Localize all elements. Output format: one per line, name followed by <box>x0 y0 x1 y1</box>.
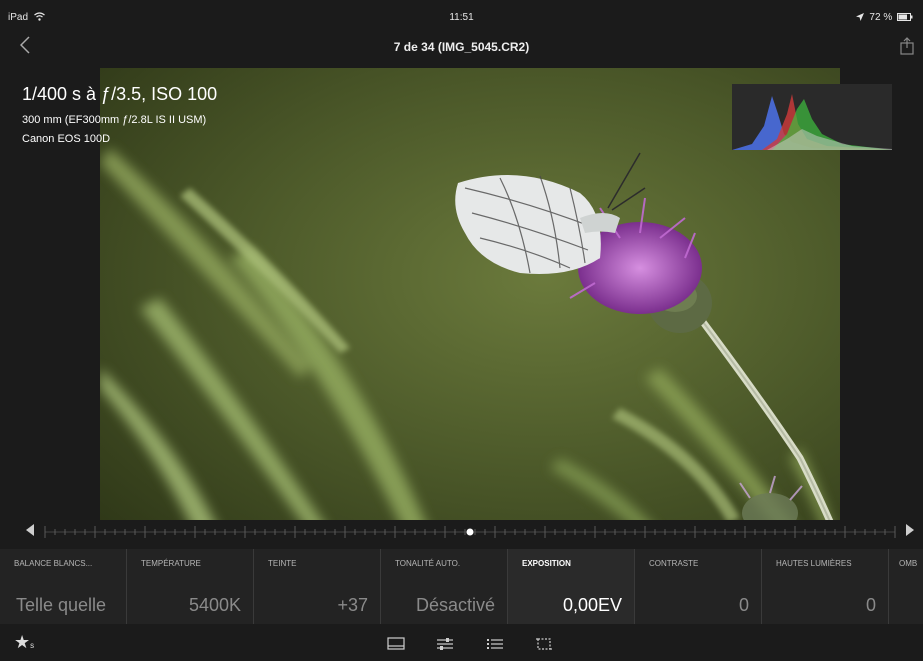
rating-button[interactable]: ★s <box>14 632 34 653</box>
adjustment-value: Désactivé <box>415 595 495 615</box>
adjustment-label: HAUTES LUMIÈRES <box>776 559 852 568</box>
list-icon[interactable] <box>486 636 504 652</box>
adjustment-white-balance[interactable]: BALANCE BLANCS... Telle quelle <box>0 549 127 624</box>
status-bar: iPad 11:51 72 % <box>0 8 923 28</box>
adjustment-label: TEINTE <box>268 559 297 568</box>
status-right: 72 % <box>855 12 913 23</box>
rating-sub: s <box>30 641 35 650</box>
adjustment-auto-tone[interactable]: TONALITÉ AUTO. Désactivé <box>381 549 508 624</box>
adjustment-exposure[interactable]: EXPOSITION 0,00EV <box>508 549 635 624</box>
bottom-bar: ★s <box>0 626 923 661</box>
adjustment-temperature[interactable]: TEMPÉRATURE 5400K <box>127 549 254 624</box>
timeline-scrubber[interactable] <box>0 520 923 544</box>
location-arrow-icon <box>855 13 864 21</box>
adjustment-value: 0 <box>865 595 876 615</box>
adjustment-tint[interactable]: TEINTE +37 <box>254 549 381 624</box>
histogram[interactable] <box>732 84 892 150</box>
adjustment-label: TEMPÉRATURE <box>141 559 201 568</box>
share-icon[interactable] <box>899 37 915 55</box>
camera-info: Canon EOS 100D <box>22 133 111 145</box>
adjustment-contrast[interactable]: CONTRASTE 0 <box>635 549 762 624</box>
star-icon: ★ <box>14 632 31 652</box>
adjustment-label: TONALITÉ AUTO. <box>395 559 461 568</box>
lens-info: 300 mm (EF300mm ƒ/2.8L IS II USM) <box>22 114 207 126</box>
adjustment-value: +37 <box>337 595 368 615</box>
triangle-left-icon[interactable] <box>26 524 34 536</box>
photo-info: 1/400 s à ƒ/3.5, ISO 100 300 mm (EF300mm… <box>22 84 217 145</box>
adjustments-toolbar: BALANCE BLANCS... Telle quelle TEMPÉRATU… <box>0 549 923 624</box>
adjustment-label: OMB <box>899 559 918 568</box>
timeline-handle[interactable] <box>466 528 474 536</box>
adjustment-shadows[interactable]: OMB <box>889 549 923 624</box>
adjustment-label: CONTRASTE <box>649 559 699 568</box>
adjustment-value: Telle quelle <box>16 595 107 615</box>
crop-icon[interactable] <box>535 636 553 652</box>
filmstrip-icon[interactable] <box>387 636 405 652</box>
battery-icon <box>897 13 913 21</box>
adjustment-label: EXPOSITION <box>522 559 571 568</box>
triangle-right-icon[interactable] <box>906 524 914 536</box>
sliders-icon[interactable] <box>436 636 454 652</box>
battery-percent: 72 % <box>869 12 893 23</box>
photo-title: 7 de 34 (IMG_5045.CR2) <box>393 40 530 54</box>
adjustment-highlights[interactable]: HAUTES LUMIÈRES 0 <box>762 549 889 624</box>
exposure-info: 1/400 s à ƒ/3.5, ISO 100 <box>22 84 218 104</box>
adjustment-value: 0 <box>738 595 749 615</box>
nav-bar: 7 de 34 (IMG_5045.CR2) <box>0 30 923 64</box>
app-frame: iPad 11:51 72 % 7 de 34 (IMG_5045.CR2) 1… <box>0 0 923 661</box>
adjustment-value: 5400K <box>188 595 241 615</box>
status-time: 11:51 <box>449 12 474 23</box>
adjustment-value: 0,00EV <box>562 595 622 615</box>
adjustment-label: BALANCE BLANCS... <box>14 559 93 568</box>
